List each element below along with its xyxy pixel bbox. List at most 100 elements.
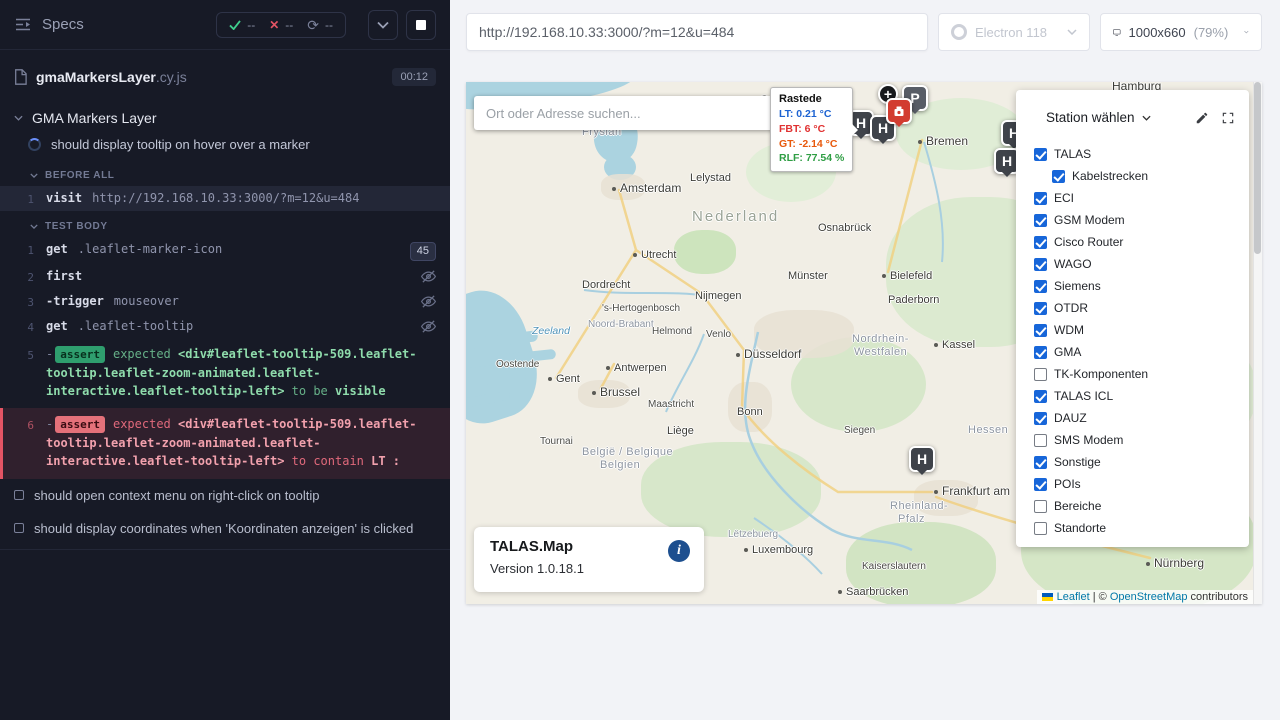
layer-item-gsm-modem[interactable]: GSM Modem: [1034, 209, 1241, 231]
command-log: BEFORE ALL1visithttp://192.168.10.33:300…: [0, 160, 450, 479]
layer-item-cisco-router[interactable]: Cisco Router: [1034, 231, 1241, 253]
checkbox-gma[interactable]: [1034, 346, 1047, 359]
map-search-input[interactable]: [474, 96, 774, 130]
section-header-test-body[interactable]: TEST BODY: [0, 211, 450, 237]
command-row[interactable]: 1visithttp://192.168.10.33:3000/?m=12&u=…: [0, 186, 450, 211]
test-stats: -- ✕ -- ⟳ --: [216, 12, 346, 38]
command-row[interactable]: 4get.leaflet-tooltip: [0, 314, 450, 339]
city-dot: [744, 548, 748, 552]
layer-item-tk-komponenten[interactable]: TK-Komponenten: [1034, 363, 1241, 385]
spec-name: gmaMarkersLayer.cy.js: [36, 69, 187, 85]
checkbox-wago[interactable]: [1034, 258, 1047, 271]
section-header-before-all[interactable]: BEFORE ALL: [0, 160, 450, 186]
checkbox-siemens[interactable]: [1034, 280, 1047, 293]
checkbox-wdm[interactable]: [1034, 324, 1047, 337]
checkbox-dauz[interactable]: [1034, 412, 1047, 425]
map-label-bielefeld: Bielefeld: [882, 270, 932, 282]
layer-checkbox-list: TALASKabelstreckenECIGSM ModemCisco Rout…: [1016, 129, 1249, 539]
layer-item-otdr[interactable]: OTDR: [1034, 297, 1241, 319]
map-label-n-rnberg: Nürnberg: [1146, 556, 1204, 570]
checkbox-talas-icl[interactable]: [1034, 390, 1047, 403]
layer-item-talas[interactable]: TALAS: [1034, 143, 1241, 165]
map-marker-h[interactable]: H: [909, 446, 935, 472]
map-label-d-sseldorf: Düsseldorf: [736, 347, 801, 361]
active-test-row[interactable]: should display tooltip on hover over a m…: [0, 132, 450, 160]
specs-collapse-icon[interactable]: [14, 17, 32, 32]
checkbox-sonstige[interactable]: [1034, 456, 1047, 469]
layer-item-standorte[interactable]: Standorte: [1034, 517, 1241, 539]
command-message: get.leaflet-marker-icon: [46, 240, 402, 261]
suite-row[interactable]: GMA Markers Layer: [0, 96, 450, 132]
layer-item-kabelstrecken[interactable]: Kabelstrecken: [1052, 165, 1241, 187]
leaflet-link[interactable]: Leaflet: [1057, 591, 1090, 603]
checkbox-cisco-router[interactable]: [1034, 236, 1047, 249]
checkbox-pois[interactable]: [1034, 478, 1047, 491]
checkbox-bereiche[interactable]: [1034, 500, 1047, 513]
layer-item-sonstige[interactable]: Sonstige: [1034, 451, 1241, 473]
tooltip-row: LT: 0.21 °C: [779, 107, 844, 122]
active-test-title: should display tooltip on hover over a m…: [51, 137, 310, 152]
layer-item-pois[interactable]: POIs: [1034, 473, 1241, 495]
checkbox-kabelstrecken[interactable]: [1052, 170, 1065, 183]
osm-link[interactable]: OpenStreetMap: [1110, 591, 1188, 603]
checkbox-sms-modem[interactable]: [1034, 434, 1047, 447]
command-args: mouseover: [114, 294, 179, 308]
command-row[interactable]: 6-assertexpected <div#leaflet-tooltip-50…: [0, 408, 450, 479]
expand-icon[interactable]: [1221, 111, 1235, 125]
map-label-frankfurt-am: Frankfurt am: [934, 484, 1010, 498]
command-row[interactable]: 5-assertexpected <div#leaflet-tooltip-50…: [0, 342, 450, 404]
map-scrollbar[interactable]: [1253, 82, 1262, 604]
checkbox-standorte[interactable]: [1034, 522, 1047, 535]
suite-title: GMA Markers Layer: [32, 110, 156, 126]
spec-row[interactable]: gmaMarkersLayer.cy.js 00:12: [0, 50, 450, 96]
checkbox-eci[interactable]: [1034, 192, 1047, 205]
layer-label: TK-Komponenten: [1054, 367, 1148, 381]
layer-item-siemens[interactable]: Siemens: [1034, 275, 1241, 297]
command-row[interactable]: 2first: [0, 264, 450, 289]
checkbox-tk-komponenten[interactable]: [1034, 368, 1047, 381]
command-row[interactable]: 1get.leaflet-marker-icon45: [0, 237, 450, 264]
hidden-indicator: [421, 317, 436, 336]
browser-selector[interactable]: Electron 118: [938, 13, 1090, 51]
edit-pencil-icon[interactable]: [1195, 111, 1209, 125]
pending-test-row[interactable]: should open context menu on right-click …: [0, 479, 450, 512]
map-label-kassel: Kassel: [934, 339, 975, 351]
map-label-belgien: Belgien: [600, 459, 640, 471]
hidden-indicator: [421, 292, 436, 311]
chevron-down-icon: [1244, 29, 1249, 35]
station-select-label[interactable]: Station wählen: [1046, 110, 1135, 125]
map-marker-red[interactable]: [886, 98, 912, 124]
check-icon: [229, 20, 241, 30]
city-dot: [612, 187, 616, 191]
layer-item-bereiche[interactable]: Bereiche: [1034, 495, 1241, 517]
layer-item-talas-icl[interactable]: TALAS ICL: [1034, 385, 1241, 407]
app-version: Version 1.0.18.1: [490, 561, 688, 576]
checkbox-otdr[interactable]: [1034, 302, 1047, 315]
stop-run-button[interactable]: [406, 10, 436, 40]
chevron-down-icon: [1142, 115, 1151, 121]
marker-tooltip[interactable]: Rastede LT: 0.21 °CFBT: 6 °CGT: -2.14 °C…: [770, 87, 853, 172]
layer-item-gma[interactable]: GMA: [1034, 341, 1241, 363]
layer-item-wago[interactable]: WAGO: [1034, 253, 1241, 275]
map-label-tournai: Tournai: [540, 436, 573, 447]
layer-item-sms-modem[interactable]: SMS Modem: [1034, 429, 1241, 451]
map-label-rheinland: Rheinland-: [890, 500, 948, 512]
collapse-all-button[interactable]: [368, 10, 398, 40]
map-viewport[interactable]: HamburgBremenNiedersachsenGroningenFrysl…: [466, 82, 1262, 604]
checkbox-gsm-modem[interactable]: [1034, 214, 1047, 227]
info-icon[interactable]: i: [668, 540, 690, 562]
map-label-nordrhein: Nordrhein-: [852, 333, 909, 345]
command-row[interactable]: 3-triggermouseover: [0, 289, 450, 314]
spec-ext: .cy.js: [156, 69, 187, 85]
pending-test-row[interactable]: should display coordinates when 'Koordin…: [0, 512, 450, 545]
viewport-selector[interactable]: 1000x660 (79%): [1100, 13, 1262, 51]
assert-text: to be: [284, 384, 335, 398]
layer-item-eci[interactable]: ECI: [1034, 187, 1241, 209]
map-label-venlo: Venlo: [706, 329, 731, 340]
checkbox-talas[interactable]: [1034, 148, 1047, 161]
address-bar[interactable]: [466, 13, 928, 51]
map-label-helmond: Helmond: [652, 326, 692, 337]
layer-item-dauz[interactable]: DAUZ: [1034, 407, 1241, 429]
layer-item-wdm[interactable]: WDM: [1034, 319, 1241, 341]
map-scrollbar-thumb[interactable]: [1254, 82, 1261, 254]
